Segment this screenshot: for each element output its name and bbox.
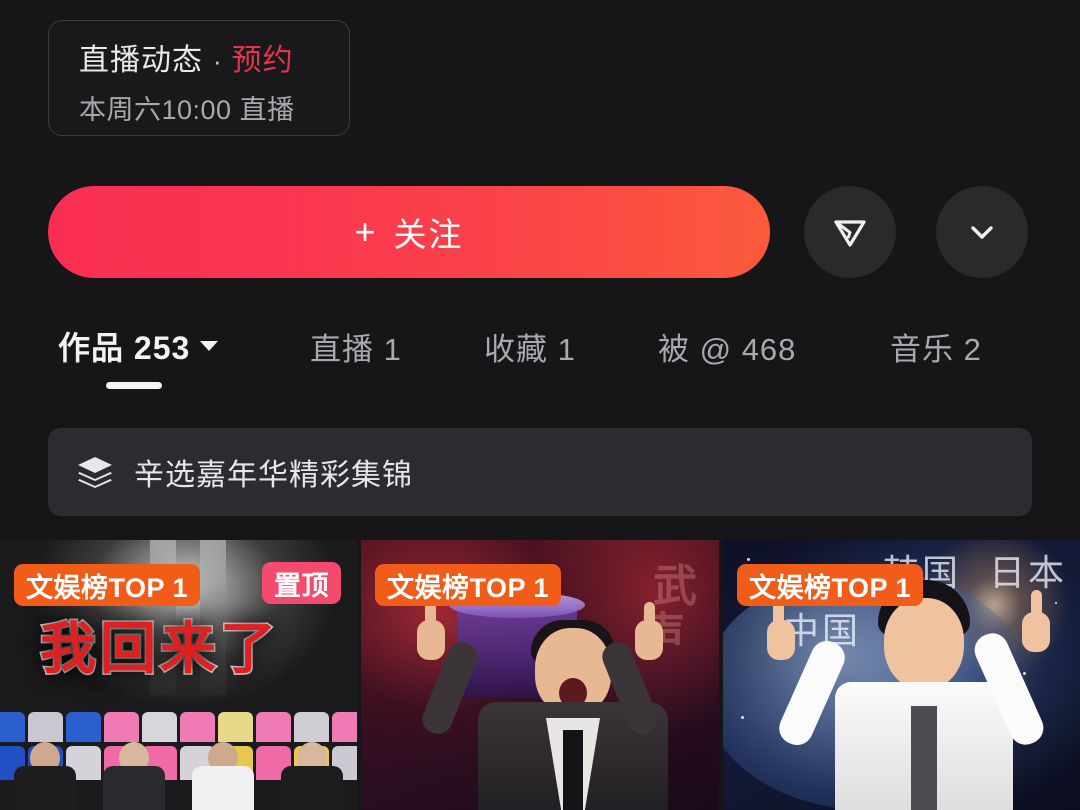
video-thumbnail[interactable]: 我回来了 文娱榜TOP 1 置顶 bbox=[0, 540, 357, 810]
live-status-headline: 直播动态 · 预约 bbox=[79, 35, 327, 79]
video-thumbnail[interactable]: 武 声 文娱榜TOP 1 bbox=[361, 540, 719, 810]
action-row: + 关注 bbox=[48, 186, 1032, 278]
tab-live-label: 直播 1 bbox=[310, 331, 402, 367]
tab-music[interactable]: 音乐 2 bbox=[890, 318, 982, 374]
share-button[interactable] bbox=[804, 186, 896, 278]
more-button[interactable] bbox=[936, 186, 1028, 278]
tab-favorites[interactable]: 收藏 1 bbox=[484, 318, 576, 374]
tab-mentions[interactable]: 被 @ 468 bbox=[658, 318, 796, 374]
profile-tabs: 作品 253 直播 1 收藏 1 被 @ 468 音乐 2 bbox=[0, 318, 1080, 402]
live-status-reserve-label: 预约 bbox=[231, 44, 294, 77]
live-status-separator: · bbox=[213, 46, 222, 76]
profile-screen: 直播动态 · 预约 本周六10:00 直播 + 关注 作品 253 直播 1 收… bbox=[0, 0, 1080, 810]
collection-label: 辛选嘉年华精彩集锦 bbox=[134, 459, 413, 492]
rank-badge: 文娱榜TOP 1 bbox=[737, 564, 924, 606]
live-status-schedule: 本周六10:00 直播 bbox=[79, 95, 295, 125]
tab-live[interactable]: 直播 1 bbox=[310, 318, 402, 374]
collection-bar[interactable]: 辛选嘉年华精彩集锦 bbox=[48, 428, 1032, 516]
layers-icon bbox=[78, 457, 112, 488]
follow-button-label: 关注 bbox=[393, 216, 464, 253]
rank-badge: 文娱榜TOP 1 bbox=[375, 564, 562, 606]
active-tab-underline bbox=[106, 382, 162, 389]
video-grid: 我回来了 文娱榜TOP 1 置顶 武 声 文娱榜TOP 1 日本 中国 文娱榜T… bbox=[0, 540, 1080, 810]
live-status-card[interactable]: 直播动态 · 预约 本周六10:00 直播 bbox=[48, 20, 350, 136]
rank-badge: 文娱榜TOP 1 bbox=[14, 564, 201, 606]
tab-mentions-label: 被 @ 468 bbox=[658, 331, 797, 367]
tab-music-label: 音乐 2 bbox=[890, 331, 982, 367]
chevron-down-icon bbox=[971, 226, 993, 239]
share-plane-icon bbox=[834, 220, 866, 247]
video-thumbnail[interactable]: 韩国 日本 中国 文娱榜TOP 1 bbox=[723, 540, 1080, 810]
tab-works-label: 作品 253 bbox=[58, 330, 191, 366]
front-row-figures bbox=[0, 738, 357, 810]
chevron-down-icon[interactable] bbox=[200, 341, 219, 351]
plus-icon: + bbox=[354, 211, 378, 252]
tab-favorites-label: 收藏 1 bbox=[484, 331, 576, 367]
follow-button[interactable]: + 关注 bbox=[48, 186, 770, 278]
pinned-badge: 置顶 bbox=[262, 562, 341, 604]
thumbnail-overlay-title: 我回来了 bbox=[39, 616, 280, 682]
live-status-title: 直播动态 bbox=[79, 44, 203, 77]
tab-works[interactable]: 作品 253 bbox=[58, 318, 219, 374]
